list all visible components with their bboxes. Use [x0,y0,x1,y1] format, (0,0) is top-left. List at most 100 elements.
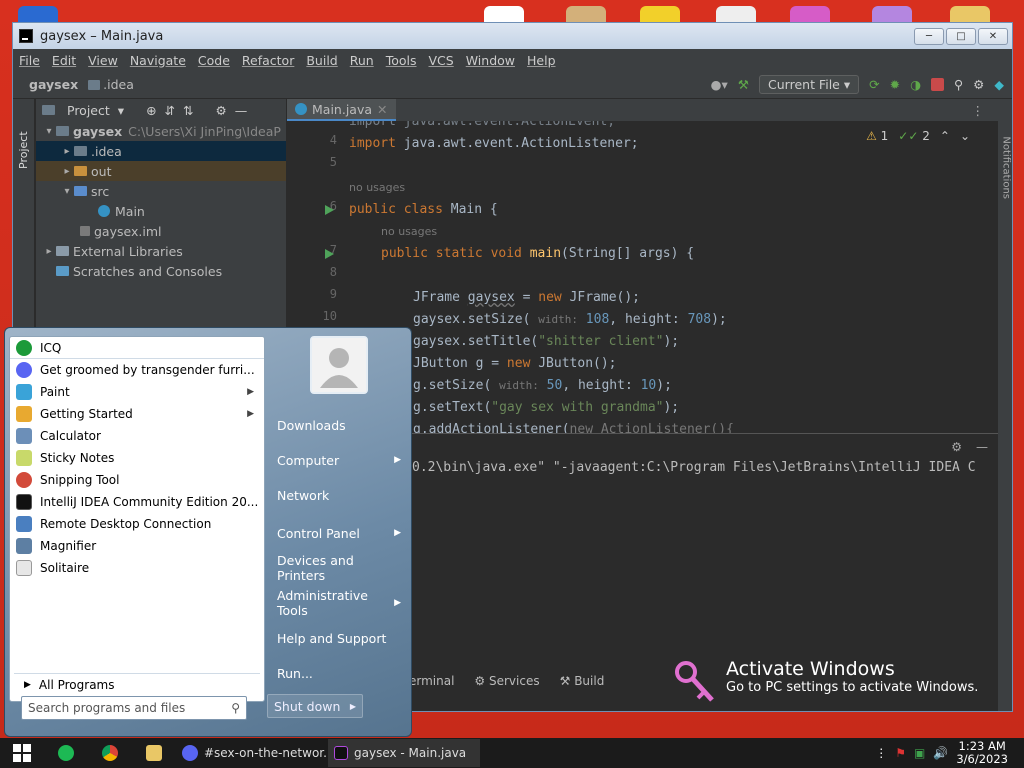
program-calculator[interactable]: Calculator [10,425,264,447]
build-hammer-icon[interactable]: ⚒ [738,77,749,92]
program-remote-desktop[interactable]: Remote Desktop Connection [10,513,264,535]
more-options-icon[interactable]: ⋮ [875,746,887,760]
jetbrains-logo-icon[interactable]: ◆ [994,77,1004,92]
chevron-right-icon[interactable]: ▸ [60,146,74,157]
menu-edit[interactable]: Edit [46,53,82,68]
breadcrumb-folder[interactable]: .idea [103,77,134,92]
gear-icon[interactable]: ⚙ [973,77,984,92]
chevron-down-icon[interactable]: ▾ [60,186,74,197]
usage-hint[interactable]: no usages [349,177,978,199]
start-search-input[interactable]: Search programs and files ⚲ [21,696,247,720]
close-icon[interactable]: ✕ [377,102,387,117]
taskbar-task-discord[interactable]: #sex-on-the-networ... [176,739,335,767]
expand-all-icon[interactable]: ⇵ [165,103,175,118]
program-solitaire[interactable]: Solitaire [10,557,264,579]
rerun-icon[interactable]: ⟳ [869,77,879,92]
locate-icon[interactable]: ⊕ [146,103,156,118]
hide-panel-icon[interactable]: — [976,440,988,454]
tree-root[interactable]: ▾ gaysex C:\Users\Xi JinPing\IdeaP [36,121,286,141]
menu-tools[interactable]: Tools [380,53,423,68]
project-panel-title[interactable]: Project [67,103,110,118]
usage-hint[interactable]: no usages [349,221,978,243]
taskbar-app-spotify[interactable] [44,738,88,768]
volume-icon[interactable]: 🔊 [933,746,948,760]
start-button[interactable] [0,738,44,768]
window-titlebar[interactable]: gaysex – Main.java ─ □ ✕ [13,23,1012,49]
breadcrumb-project[interactable]: gaysex [29,77,78,92]
tree-item-scratches[interactable]: Scratches and Consoles [36,261,286,281]
menu-navigate[interactable]: Navigate [124,53,192,68]
chevron-down-icon[interactable]: ▾ [118,103,124,118]
tree-item-out[interactable]: ▸ out [36,161,286,181]
menu-run[interactable]: Run [344,53,380,68]
tree-item-libraries[interactable]: ▸ External Libraries [36,241,286,261]
taskbar-app-explorer[interactable] [132,738,176,768]
place-downloads[interactable]: Downloads [273,412,405,438]
tree-item-src[interactable]: ▾ src [36,181,286,201]
place-help-support[interactable]: Help and Support [273,625,405,651]
taskbar-app-chrome[interactable] [88,738,132,768]
close-button[interactable]: ✕ [978,27,1008,45]
all-programs-button[interactable]: ▶ All Programs [14,673,260,695]
chevron-right-icon[interactable]: ▶ [247,409,254,419]
gear-icon[interactable]: ⚙ [216,103,227,118]
place-network[interactable]: Network [273,482,405,508]
run-config-select[interactable]: Current File ▾ [759,75,860,94]
program-icq[interactable]: ICQ [10,337,264,359]
more-options-icon[interactable]: ⋮ [972,103,985,118]
place-devices-printers[interactable]: Devices and Printers [273,553,405,583]
place-admin-tools[interactable]: Administrative Tools ▶ [273,588,405,618]
run-gutter-icon[interactable] [325,205,334,215]
program-snipping-tool[interactable]: Snipping Tool [10,469,264,491]
menu-build[interactable]: Build [300,53,343,68]
collapse-all-icon[interactable]: ⇅ [183,103,193,118]
program-paint[interactable]: Paint ▶ [10,381,264,403]
hide-panel-icon[interactable]: — [235,103,248,118]
chevron-right-icon[interactable]: ▶ [247,387,254,397]
menu-help[interactable]: Help [521,53,562,68]
shutdown-button[interactable]: Shut down ▶ [267,694,363,718]
editor-tab-main-java[interactable]: Main.java ✕ [287,99,396,121]
clock[interactable]: 1:23 AM 3/6/2023 [956,740,1008,766]
user-avatar[interactable] [310,336,368,394]
menu-code[interactable]: Code [192,53,236,68]
chevron-right-icon[interactable]: ▶ [394,528,401,538]
program-discord[interactable]: Get groomed by transgender furri... [10,359,264,381]
services-tab[interactable]: ⚙ Services [474,674,539,688]
chevron-down-icon[interactable]: ▾ [42,126,56,137]
search-icon[interactable]: ⚲ [954,77,963,92]
flag-icon[interactable]: ⚑ [895,746,906,760]
chevron-right-icon[interactable]: ▶ [394,455,401,465]
stop-icon[interactable] [931,78,944,91]
gear-icon[interactable]: ⚙ [951,440,962,454]
chevron-right-icon[interactable]: ▸ [60,166,74,177]
program-intellij[interactable]: IntelliJ IDEA Community Edition 20... [10,491,264,513]
run-gutter-icon[interactable] [325,249,334,259]
maximize-button[interactable]: □ [946,27,976,45]
user-icon[interactable]: ●▾ [711,77,728,92]
code-area[interactable]: import java.awt.event.ActionEvent; impor… [349,121,978,433]
chevron-right-icon[interactable]: ▶ [394,598,401,608]
menu-view[interactable]: View [82,53,124,68]
minimize-button[interactable]: ─ [914,27,944,45]
place-run[interactable]: Run... [273,660,405,686]
coverage-icon[interactable]: ◑ [910,77,921,92]
taskbar-task-intellij[interactable]: gaysex - Main.java [328,739,480,767]
tree-item-main[interactable]: Main [36,201,286,221]
search-icon[interactable]: ⚲ [231,701,240,715]
chevron-right-icon[interactable]: ▶ [350,702,356,711]
menu-vcs[interactable]: VCS [423,53,460,68]
menu-window[interactable]: Window [460,53,521,68]
program-getting-started[interactable]: Getting Started ▶ [10,403,264,425]
network-icon[interactable]: ▣ [914,746,925,760]
place-control-panel[interactable]: Control Panel ▶ [273,520,405,546]
chevron-right-icon[interactable]: ▸ [42,246,56,257]
build-tab[interactable]: ⚒ Build [560,674,605,688]
project-tool-tab[interactable]: Project [17,131,30,169]
program-sticky-notes[interactable]: Sticky Notes [10,447,264,469]
debug-bug-icon[interactable]: ✹ [890,77,900,92]
program-magnifier[interactable]: Magnifier [10,535,264,557]
tree-item-iml[interactable]: gaysex.iml [36,221,286,241]
place-computer[interactable]: Computer ▶ [273,447,405,473]
notifications-tool-tab[interactable]: Notifications [1001,136,1012,199]
